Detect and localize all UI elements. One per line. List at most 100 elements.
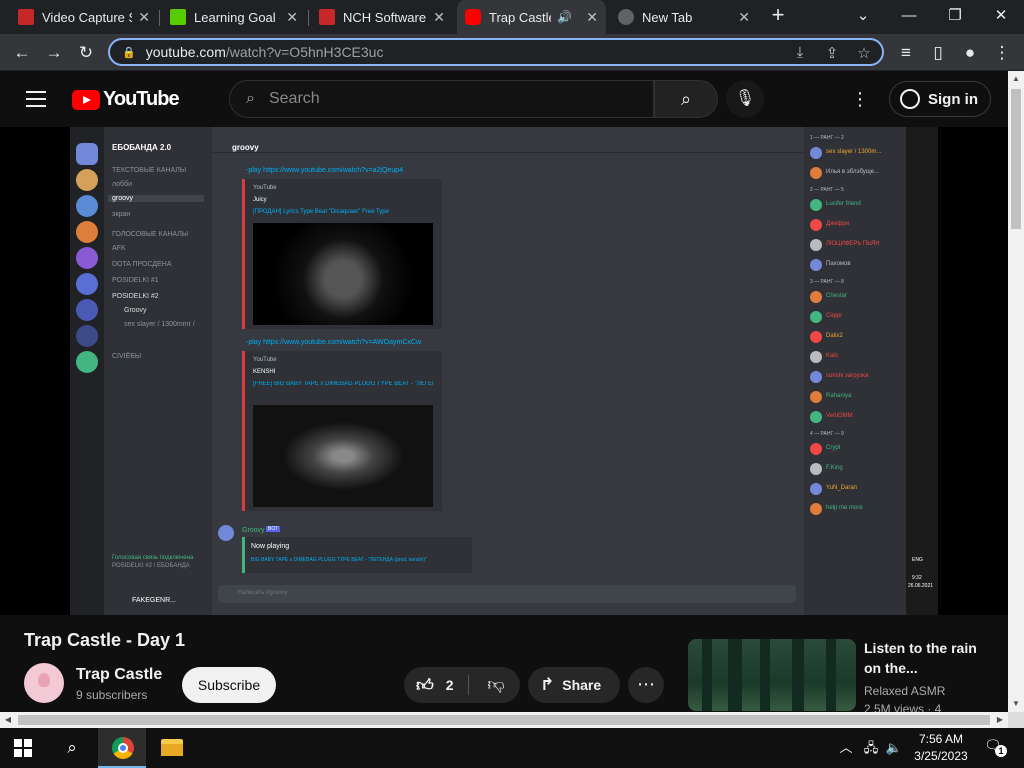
taskbar-chrome[interactable] [98, 728, 146, 768]
video-overlay-taskbar: ENG 9:32 26.06.2021 [906, 127, 938, 615]
voice-search-mic-icon[interactable]: 🎙 [726, 80, 764, 118]
youtube-favicon-icon [465, 9, 481, 25]
member-section-header: 3 — РАНГ — 8 [810, 279, 844, 285]
close-tab-icon[interactable]: ✕ [738, 9, 750, 26]
now-playing-track: BIG BABY TAPE x DIMEBAG PLUGG TYPE BEAT … [251, 557, 427, 563]
windows-start-icon[interactable] [14, 739, 32, 757]
install-app-icon[interactable]: ⤓ [790, 44, 810, 61]
recommended-video-thumbnail[interactable] [688, 639, 856, 711]
youtube-play-logo-icon [72, 89, 100, 110]
bot-name: Groovy [242, 527, 265, 534]
voice-status: Голосовая связь подключена [112, 555, 194, 561]
bookmark-star-icon[interactable]: ☆ [854, 44, 874, 62]
like-dislike-group: 👍︎ 2 👎︎ [404, 667, 520, 703]
vertical-scrollbar[interactable]: ▲ ▼ [1008, 71, 1024, 712]
restore-icon[interactable]: ❐ [932, 0, 978, 34]
share-page-icon[interactable]: ⇪ [822, 44, 842, 62]
close-tab-icon[interactable]: ✕ [286, 9, 298, 26]
scroll-left-arrow-icon[interactable]: ◀ [0, 712, 16, 728]
scrollbar-thumb[interactable] [1011, 89, 1021, 229]
channel-item: POSIDELKI #1 [112, 277, 159, 284]
tab-search-chevron-icon[interactable]: ⌄ [840, 0, 886, 34]
channel-item: DOTA ПРОСДЕНА [112, 261, 172, 268]
youtube-logo[interactable]: YouTube [72, 88, 180, 111]
video-capture-favicon-icon [18, 9, 34, 25]
channel-name[interactable]: Trap Castle [76, 666, 162, 684]
overlay-time: 9:32 [912, 575, 922, 581]
member-section-header: 1 — РАНГ — 2 [810, 135, 844, 141]
scrollbar-thumb[interactable] [18, 715, 990, 725]
hamburger-menu-icon[interactable] [26, 91, 46, 107]
recommended-channel-name[interactable]: Relaxed ASMR [864, 684, 945, 698]
taskbar-file-explorer[interactable] [148, 728, 196, 768]
member-name: Пахомов [826, 261, 851, 267]
voice-user: sex slayer / 1300mmr / [124, 321, 195, 328]
audio-playing-icon[interactable]: 🔊 [557, 10, 572, 24]
close-tab-icon[interactable]: ✕ [138, 9, 150, 26]
tab-title: NCH Software - [343, 9, 428, 25]
message-input-placeholder: Написать #groovy [238, 590, 288, 596]
scroll-right-arrow-icon[interactable]: ▶ [992, 712, 1008, 728]
notification-badge: 1 [995, 745, 1007, 757]
horizontal-scrollbar[interactable]: ◀ ▶ [0, 712, 1008, 728]
video-title: Trap Castle - Day 1 [24, 630, 186, 650]
taskbar-clock[interactable]: 7:56 AM 3/25/2023 [906, 731, 976, 765]
thumbs-down-icon: 👎︎ [487, 675, 505, 694]
lock-icon: 🔒 [122, 46, 136, 59]
discord-username: FAKEGENR... [132, 597, 176, 604]
network-icon[interactable]: 🖧 [860, 728, 882, 768]
close-tab-icon[interactable]: ✕ [586, 9, 598, 26]
forward-arrow-icon[interactable]: → [40, 39, 68, 67]
tab-video-capture[interactable]: Video Capture S ✕ [10, 0, 158, 34]
tray-chevron-icon[interactable]: ︿ [836, 728, 856, 768]
settings-kebab-icon[interactable]: ⋮ [848, 87, 872, 111]
voice-channel: POSIDELKI #2 / ЕБОБАНДА [112, 563, 190, 569]
back-arrow-icon[interactable]: ← [8, 39, 36, 67]
server-name: ЕБОБАНДА 2.0 [112, 143, 172, 152]
tab-learning-goal[interactable]: Learning Goal - ✕ [162, 0, 306, 34]
side-panel-icon[interactable]: ▯ [924, 39, 952, 67]
address-bar[interactable]: 🔒 youtube.com/watch?v=O5hnH3CE3uc ⤓ ⇪ ☆ [108, 38, 884, 66]
search-icon: ⌕ [246, 90, 255, 107]
close-window-icon[interactable]: ✕ [978, 0, 1024, 34]
member-name: sunshi загрузка [826, 373, 869, 379]
channel-item: CIVIЁБЫ [112, 353, 142, 360]
recommended-video-title[interactable]: Listen to the rain on the... [864, 638, 984, 678]
browser-tab-strip: Video Capture S ✕ Learning Goal - ✕ NCH … [0, 0, 1024, 34]
chrome-menu-icon[interactable]: ⋮ [988, 39, 1016, 67]
sign-in-button[interactable]: Sign in [889, 81, 991, 117]
member-avatar [810, 199, 822, 211]
media-controls-icon[interactable]: ≡ [892, 39, 920, 67]
search-input[interactable]: ⌕ Search [229, 80, 654, 118]
thumbs-up-icon: 👍︎ [416, 675, 434, 695]
scroll-down-arrow-icon[interactable]: ▼ [1008, 696, 1024, 712]
like-button[interactable]: 👍︎ 2 [404, 667, 468, 703]
reload-icon[interactable]: ↻ [72, 39, 100, 67]
discord-chat: groovy -play https://www.youtube.com/wat… [212, 127, 804, 615]
new-tab-icon[interactable]: + [766, 4, 790, 28]
member-avatar [810, 331, 822, 343]
taskbar-search-icon[interactable]: ⌕ [62, 738, 82, 758]
discord-member-list: 1 — РАНГ — 2 sex slayer / 1300m... Илья в … [804, 127, 906, 615]
tab-nch-software[interactable]: NCH Software - ✕ [311, 0, 453, 34]
subscribe-button[interactable]: Subscribe [182, 667, 276, 703]
nch-favicon-icon [319, 9, 335, 25]
scroll-up-arrow-icon[interactable]: ▲ [1008, 71, 1024, 87]
search-button[interactable]: ⌕ [654, 80, 718, 118]
overlay-lang: ENG [912, 557, 923, 563]
dislike-button[interactable]: 👎︎ [474, 667, 518, 703]
minimize-icon[interactable]: — [886, 0, 932, 34]
close-tab-icon[interactable]: ✕ [433, 9, 445, 26]
more-actions-icon[interactable]: ⋯ [628, 667, 664, 703]
chrome-favicon-icon [618, 9, 634, 25]
tab-new-tab[interactable]: New Tab ✕ [610, 0, 758, 34]
tab-trap-castle[interactable]: Trap Castle 🔊 ✕ [457, 0, 606, 34]
channel-avatar[interactable] [24, 663, 64, 703]
notification-center-icon[interactable]: 🗨 1 [984, 737, 1007, 757]
member-name: Crypt [826, 445, 841, 451]
profile-icon[interactable]: ● [956, 39, 984, 67]
share-button[interactable]: ↱ Share [528, 667, 620, 703]
video-player[interactable]: ЕБОБАНДА 2.0 ТЕКСТОВЫЕ КАНАЛЫ лобби groo… [0, 127, 1008, 615]
volume-icon[interactable]: 🔈 [884, 728, 904, 768]
embed-title: [FREE] BIG BABY TAPE x DIMEBAG PLUGG TYP… [253, 381, 433, 387]
